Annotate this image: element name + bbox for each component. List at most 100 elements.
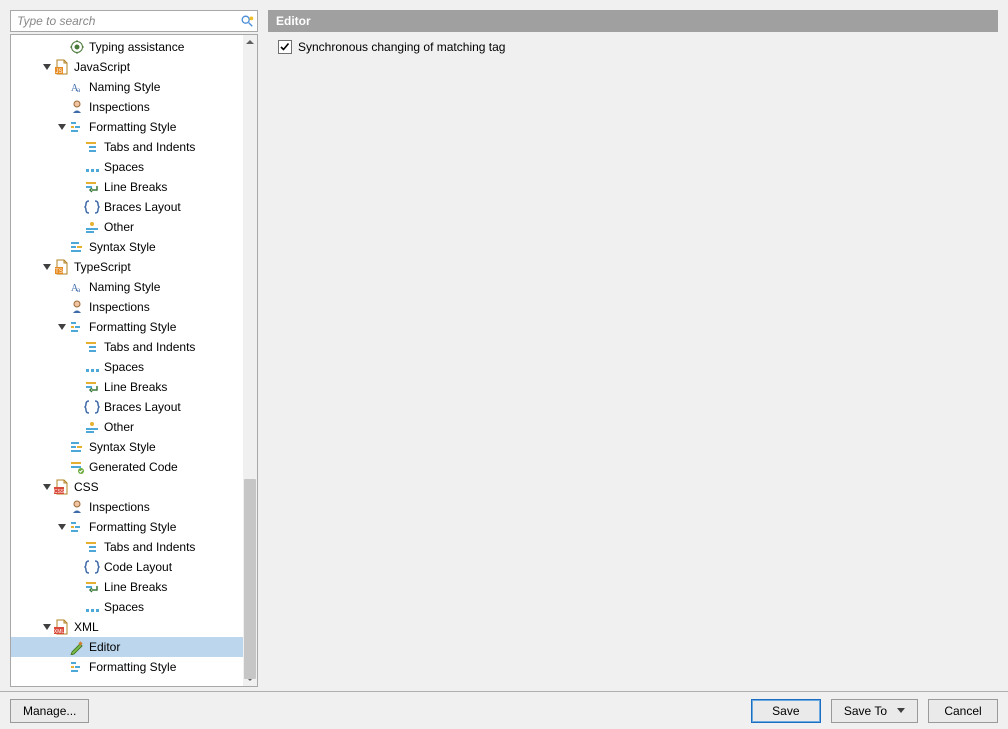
tree-item-ts-naming[interactable]: Naming Style: [11, 277, 243, 297]
toggle-spacer: [71, 361, 83, 373]
other-icon: [84, 219, 100, 235]
toggle-spacer: [56, 281, 68, 293]
tree-item-label: Other: [104, 220, 140, 234]
toggle-icon[interactable]: [56, 121, 68, 133]
naming-icon: [69, 279, 85, 295]
spaces-icon: [84, 359, 100, 375]
toggle-spacer: [71, 141, 83, 153]
toggle-icon[interactable]: [41, 481, 53, 493]
tree-item-label: Line Breaks: [104, 380, 173, 394]
toggle-spacer: [71, 201, 83, 213]
tree-item-label: Tabs and Indents: [104, 140, 201, 154]
tree-item-css-inspections[interactable]: Inspections: [11, 497, 243, 517]
tree-item-label: Editor: [89, 640, 126, 654]
tree-item-js-braces[interactable]: Braces Layout: [11, 197, 243, 217]
tree-item-label: Formatting Style: [89, 320, 182, 334]
tree-item-typescript[interactable]: TypeScript: [11, 257, 243, 277]
scroll-up-icon[interactable]: [243, 35, 257, 49]
braces-icon: [84, 199, 100, 215]
tree-item-css-spaces[interactable]: Spaces: [11, 597, 243, 617]
tree-item-css-linebreaks[interactable]: Line Breaks: [11, 577, 243, 597]
braces-icon: [84, 399, 100, 415]
tree-item-label: Inspections: [89, 300, 156, 314]
tree-item-js-other[interactable]: Other: [11, 217, 243, 237]
search-input[interactable]: [10, 10, 258, 32]
toggle-icon[interactable]: [56, 521, 68, 533]
toggle-spacer: [56, 301, 68, 313]
formatting-icon: [69, 119, 85, 135]
toggle-icon[interactable]: [41, 61, 53, 73]
tree-item-label: Tabs and Indents: [104, 540, 201, 554]
tree-item-js-syntax[interactable]: Syntax Style: [11, 237, 243, 257]
toggle-spacer: [71, 341, 83, 353]
toggle-icon[interactable]: [41, 621, 53, 633]
tree-item-label: Formatting Style: [89, 660, 182, 674]
toggle-spacer: [56, 241, 68, 253]
tree-item-ts-tabs[interactable]: Tabs and Indents: [11, 337, 243, 357]
save-to-label: Save To: [844, 704, 887, 718]
page-title: Editor: [268, 10, 998, 32]
tree-item-label: TypeScript: [74, 260, 137, 274]
tree-item-css[interactable]: CSS: [11, 477, 243, 497]
bottom-bar: Manage... Save Save To Cancel: [0, 691, 1008, 729]
formatting-icon: [69, 519, 85, 535]
tree-scrollbar[interactable]: [243, 35, 257, 686]
search-icon[interactable]: [240, 14, 254, 28]
linebreaks-icon: [84, 579, 100, 595]
tree-item-xml-formatting[interactable]: Formatting Style: [11, 657, 243, 677]
sync-tag-option[interactable]: Synchronous changing of matching tag: [278, 40, 988, 54]
tree-item-ts-generated[interactable]: Generated Code: [11, 457, 243, 477]
scroll-track[interactable]: [243, 49, 257, 672]
toggle-spacer: [71, 161, 83, 173]
dropdown-arrow-icon: [897, 708, 905, 713]
settings-tree[interactable]: Typing assistanceJavaScript Naming Style I…: [11, 35, 243, 686]
inspections-icon: [69, 99, 85, 115]
cancel-button[interactable]: Cancel: [928, 699, 998, 723]
tree-item-css-codelayout[interactable]: Code Layout: [11, 557, 243, 577]
toggle-spacer: [71, 221, 83, 233]
tree-item-ts-braces[interactable]: Braces Layout: [11, 397, 243, 417]
toggle-spacer: [71, 181, 83, 193]
tree-item-ts-formatting[interactable]: Formatting Style: [11, 317, 243, 337]
tree-item-label: Tabs and Indents: [104, 340, 201, 354]
sync-tag-label: Synchronous changing of matching tag: [298, 40, 505, 54]
toggle-spacer: [56, 81, 68, 93]
tree-item-ts-other[interactable]: Other: [11, 417, 243, 437]
save-to-button[interactable]: Save To: [831, 699, 918, 723]
tree-item-js-linebreaks[interactable]: Line Breaks: [11, 177, 243, 197]
tree-item-css-formatting[interactable]: Formatting Style: [11, 517, 243, 537]
tree-item-ts-spaces[interactable]: Spaces: [11, 357, 243, 377]
toggle-icon[interactable]: [41, 261, 53, 273]
tree-item-xml[interactable]: XML: [11, 617, 243, 637]
tree-item-label: Naming Style: [89, 80, 166, 94]
tree-item-ts-syntax[interactable]: Syntax Style: [11, 437, 243, 457]
toggle-spacer: [71, 561, 83, 573]
tree-item-js-spaces[interactable]: Spaces: [11, 157, 243, 177]
tree-item-label: Naming Style: [89, 280, 166, 294]
tree-item-js-formatting[interactable]: Formatting Style: [11, 117, 243, 137]
toggle-spacer: [56, 41, 68, 53]
inspections-icon: [69, 499, 85, 515]
tree-item-label: XML: [74, 620, 105, 634]
scroll-thumb[interactable]: [244, 479, 256, 679]
tree-item-js-tabs[interactable]: Tabs and Indents: [11, 137, 243, 157]
manage-button[interactable]: Manage...: [10, 699, 89, 723]
tree-item-css-tabs[interactable]: Tabs and Indents: [11, 537, 243, 557]
tree-item-xml-editor[interactable]: Editor: [11, 637, 243, 657]
toggle-spacer: [56, 441, 68, 453]
tree-item-ts-inspections[interactable]: Inspections: [11, 297, 243, 317]
tree-item-label: Syntax Style: [89, 440, 162, 454]
naming-icon: [69, 79, 85, 95]
tree-item-javascript[interactable]: JavaScript: [11, 57, 243, 77]
inspections-icon: [69, 299, 85, 315]
toggle-spacer: [56, 661, 68, 673]
tree-item-typing-assist[interactable]: Typing assistance: [11, 37, 243, 57]
tree-item-js-naming[interactable]: Naming Style: [11, 77, 243, 97]
toggle-icon[interactable]: [56, 321, 68, 333]
tree-item-js-inspections[interactable]: Inspections: [11, 97, 243, 117]
spaces-icon: [84, 599, 100, 615]
tree-item-ts-linebreaks[interactable]: Line Breaks: [11, 377, 243, 397]
checkbox-icon[interactable]: [278, 40, 292, 54]
save-button[interactable]: Save: [751, 699, 821, 723]
formatting-icon: [69, 319, 85, 335]
